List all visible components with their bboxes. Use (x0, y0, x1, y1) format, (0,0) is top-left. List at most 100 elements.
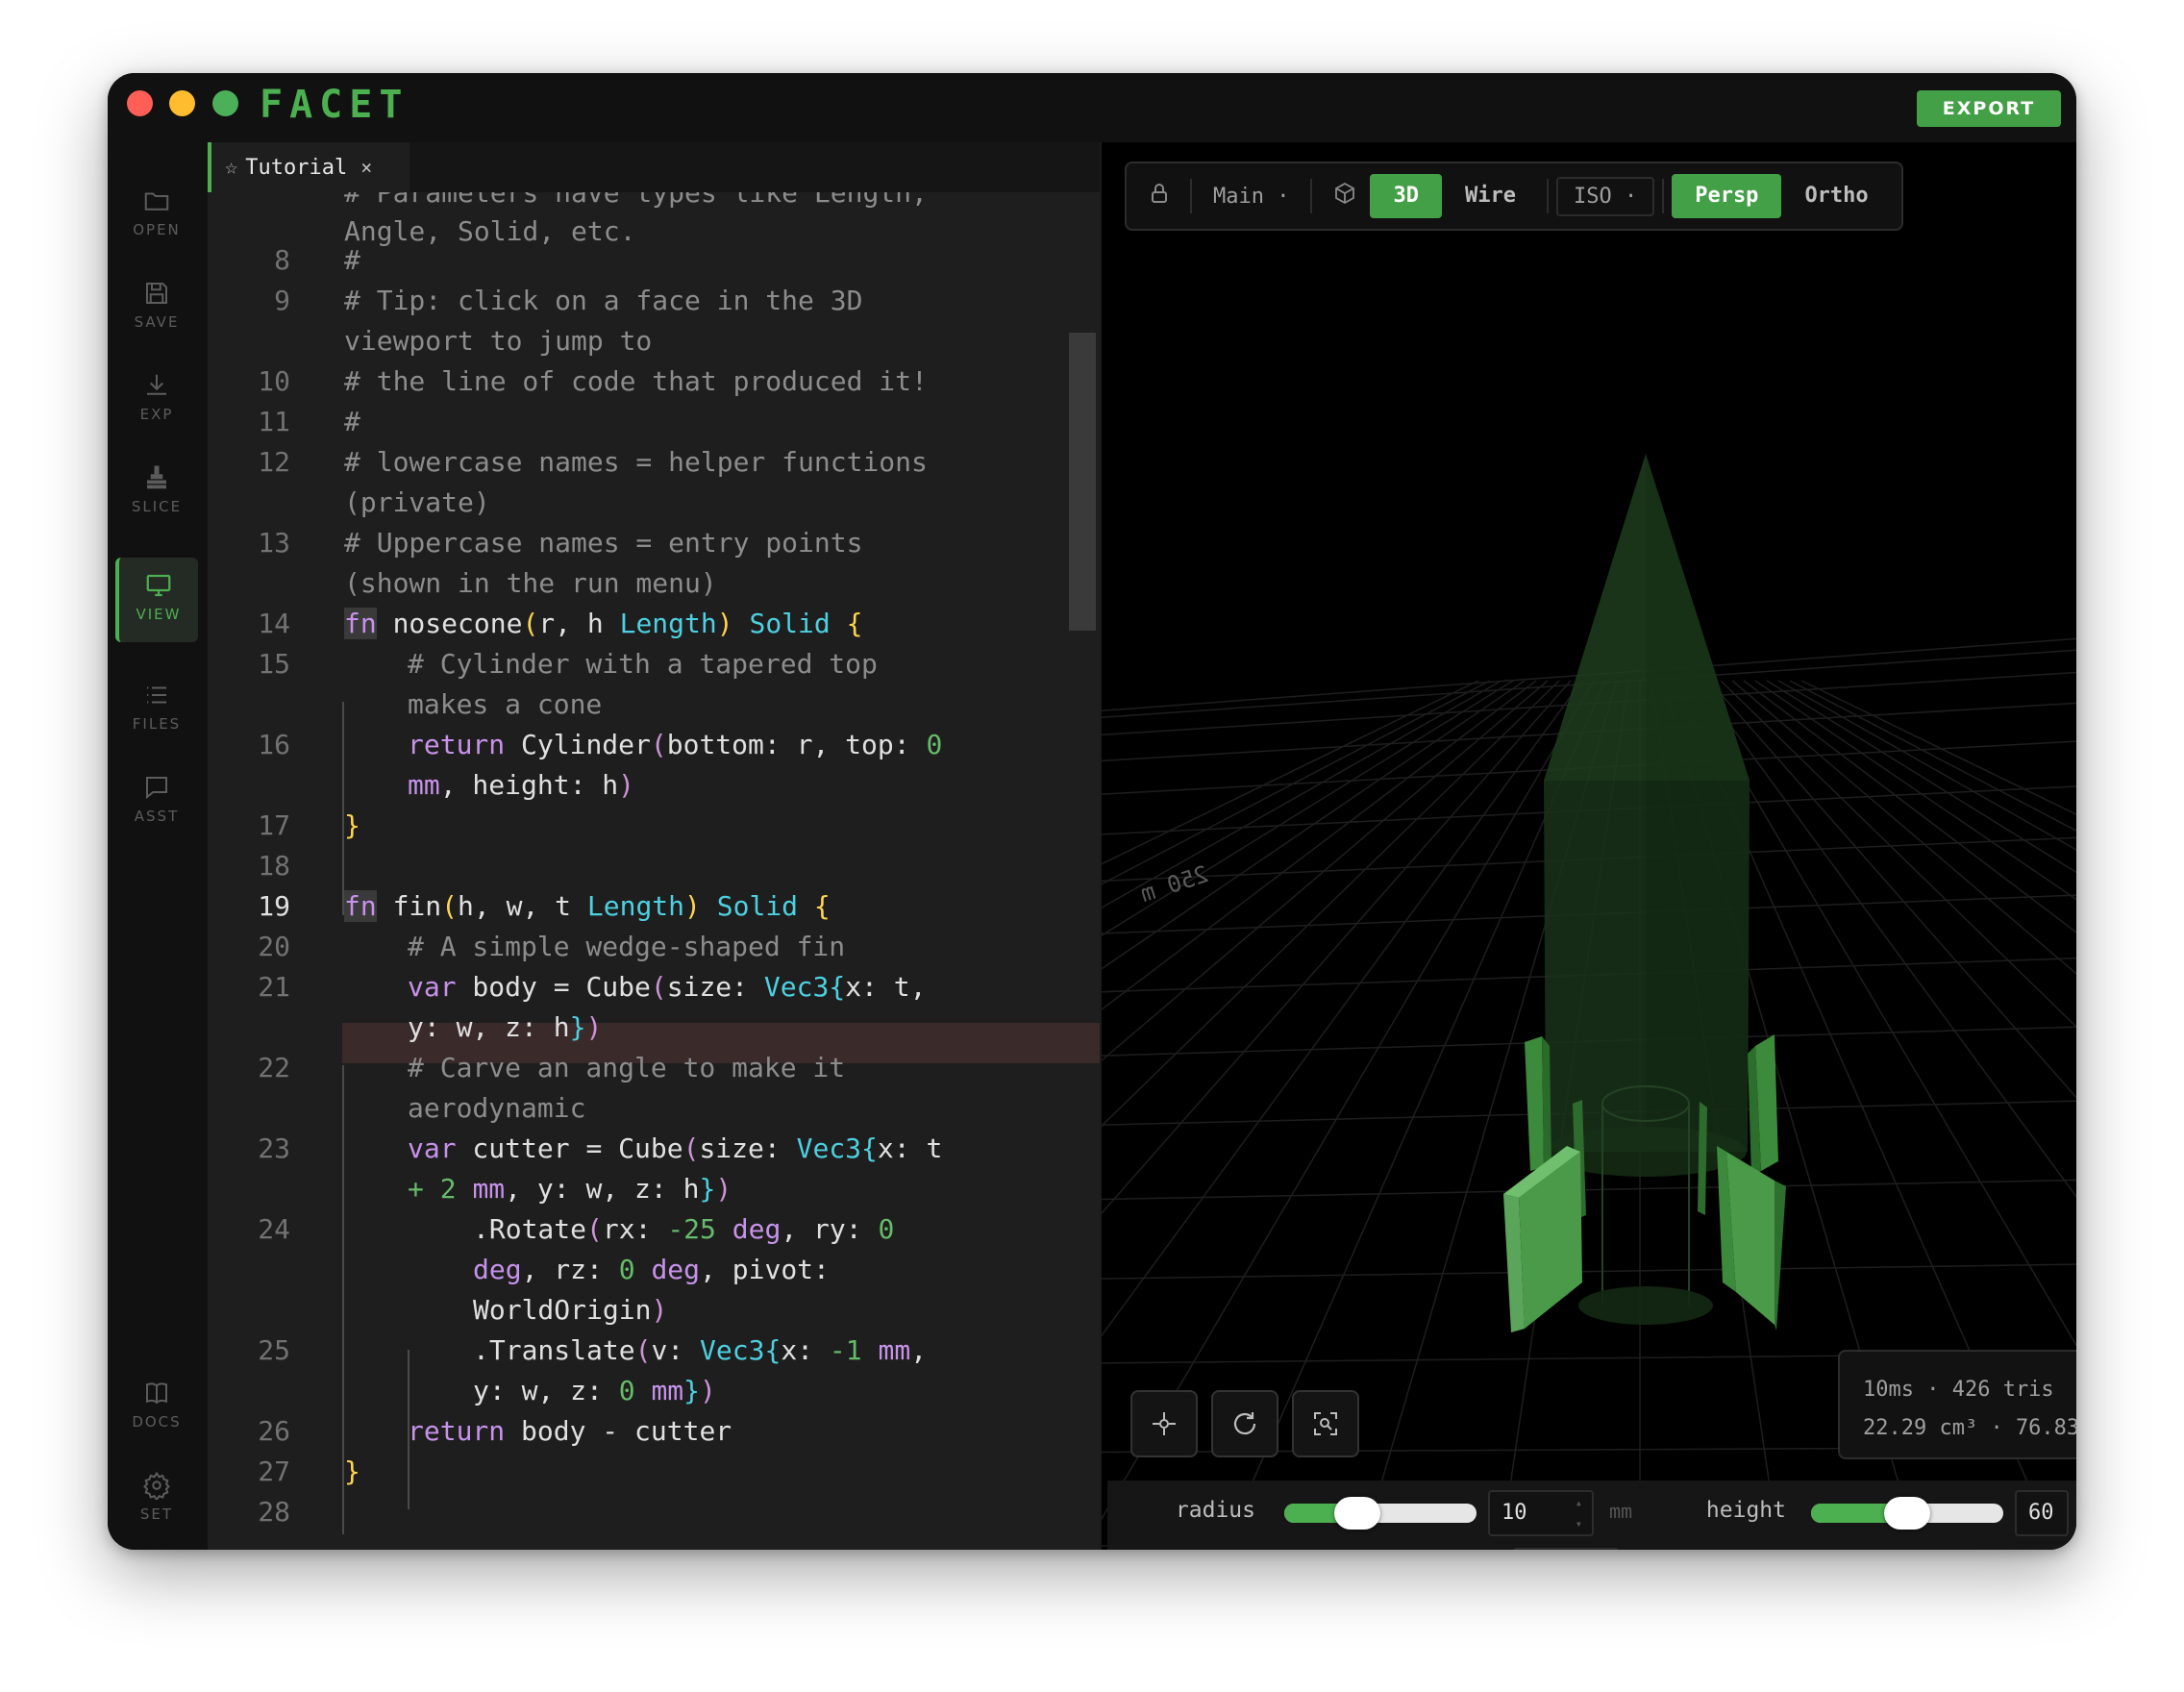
download-icon (147, 374, 166, 395)
sidebar-item-open[interactable]: OPEN (115, 173, 198, 258)
geometry-stats-line: 22.29 cm³ · 76.83 cm² (1863, 1416, 2076, 1440)
line-number: 11 (258, 406, 290, 437)
tab-tutorial[interactable]: ☆ Tutorial × (208, 142, 410, 192)
3d-viewport[interactable]: 250 m Main · 3D Wire ISO · Persp Ortho 1… (1102, 142, 2076, 1550)
view-preset-dropdown[interactable]: ISO · (1555, 176, 1655, 216)
code-line: makes a cone (408, 688, 603, 720)
radius-slider[interactable] (1284, 1497, 1477, 1530)
sidebar-item-label: OPEN (133, 221, 181, 238)
code-line: (shown in the run menu) (344, 567, 717, 599)
sidebar-item-label: FILES (132, 715, 182, 733)
code-line: # the line of code that produced it! (344, 365, 928, 397)
reset-view-button[interactable] (1211, 1390, 1278, 1457)
line-number: 19 (258, 890, 290, 922)
code-line: fn fin(h, w, t Length) Solid { (344, 890, 831, 922)
line-number: 26 (258, 1415, 290, 1447)
code-line: # A simple wedge-shaped fin (408, 931, 846, 962)
line-number: 20 (258, 931, 290, 962)
view-select[interactable]: Main · (1200, 185, 1303, 209)
line-number: 23 (258, 1132, 290, 1164)
code-line: # Uppercase names = entry points (344, 527, 863, 559)
chat-icon (146, 777, 167, 800)
height-input[interactable]: 60 (2015, 1490, 2069, 1536)
cube-icon[interactable] (1320, 182, 1370, 211)
sidebar-item-slice[interactable]: SLICE (115, 450, 198, 535)
line-number: 13 (258, 527, 290, 559)
minimize-window-button[interactable] (169, 90, 195, 116)
code-line: # (344, 406, 360, 437)
recenter-button[interactable] (1130, 1390, 1198, 1457)
code-line: } (344, 809, 360, 841)
mode-wire-button[interactable]: Wire (1442, 174, 1539, 218)
line-number: 14 (258, 608, 290, 639)
projection-ortho-button[interactable]: Ortho (1781, 174, 1891, 218)
code-line: aerodynamic (408, 1092, 586, 1124)
sidebar-item-label: SAVE (134, 313, 180, 331)
zoom-fit-button[interactable] (1292, 1390, 1359, 1457)
radius-unit: mm (1609, 1500, 1633, 1523)
code-area[interactable]: # Parameters have types like Length, Ang… (208, 177, 1100, 1550)
line-number: 10 (258, 365, 290, 397)
code-line: # Cylinder with a tapered top (408, 648, 878, 680)
line-number: 27 (258, 1456, 290, 1487)
sidebar-item-view[interactable]: VIEW (115, 558, 198, 642)
line-number: 22 (258, 1052, 290, 1083)
sidebar-item-label: EXP (139, 406, 174, 423)
slice-icon (147, 465, 166, 489)
3d-scene[interactable]: 250 m (1102, 142, 2076, 1550)
code-line: + 2 mm, y: w, z: h}) (408, 1173, 732, 1205)
fins-input[interactable]: 4▴▾ (1513, 1548, 1619, 1550)
line-number: 28 (258, 1496, 290, 1528)
render-stats-panel: 10ms · 426 tris 22.29 cm³ · 76.83 cm² (1838, 1350, 2076, 1459)
monitor-icon (146, 574, 171, 597)
crosshair-icon (1153, 1412, 1176, 1435)
lock-icon[interactable] (1136, 183, 1182, 210)
line-number: 24 (258, 1213, 290, 1245)
sidebar-item-label: SLICE (131, 498, 183, 515)
code-line: (private) (344, 486, 490, 518)
editor-scrollbar[interactable] (1069, 333, 1096, 631)
grid-scale-label: 250 m (1137, 860, 1211, 908)
mode-3d-button[interactable]: 3D (1370, 174, 1442, 218)
close-tab-icon[interactable]: × (360, 156, 372, 179)
radius-input[interactable]: 10 ▴ ▾ (1488, 1490, 1594, 1536)
height-slider-handle[interactable] (1884, 1497, 1930, 1530)
height-slider[interactable] (1811, 1497, 2003, 1530)
projection-toggle: Persp Ortho (1672, 172, 1891, 220)
render-mode-toggle: 3D Wire (1370, 172, 1538, 220)
code-editor[interactable]: # Parameters have types like Length, Ang… (208, 142, 1100, 1550)
parameters-panel: radius 10▴▾ mm height 60 fins 4▴▾ (1107, 1480, 2076, 1550)
code-line: # Carve an angle to make it (408, 1052, 846, 1083)
sidebar-item-asst[interactable]: ASST (115, 759, 198, 844)
code-line: deg, rz: 0 deg, pivot: (473, 1254, 830, 1285)
gear-icon (143, 1471, 170, 1500)
save-icon (146, 283, 167, 304)
sidebar-item-save[interactable]: SAVE (115, 265, 198, 350)
indent-guide (342, 702, 344, 915)
sidebar-item-exp[interactable]: EXP (115, 358, 198, 442)
line-number: 12 (258, 446, 290, 478)
close-window-button[interactable] (127, 90, 153, 116)
list-icon (147, 686, 166, 704)
sidebar-item-set[interactable]: SET (115, 1457, 198, 1542)
sidebar-item-docs[interactable]: DOCS (115, 1365, 198, 1450)
sidebar-item-label: SET (139, 1505, 174, 1523)
code-line: mm, height: h) (408, 769, 635, 801)
line-number: 21 (258, 971, 290, 1003)
zoom-window-button[interactable] (212, 90, 238, 116)
editor-tab-bar: ☆ Tutorial × (208, 142, 1100, 192)
code-line: y: w, z: h}) (408, 1011, 603, 1043)
sidebar-item-files[interactable]: FILES (115, 667, 198, 752)
app-logo: FACET (260, 83, 410, 127)
sidebar-item-label: DOCS (132, 1413, 182, 1431)
code-line: # (344, 244, 360, 276)
app-window: FACET EXPORT OPEN SAVE EXP SLICE VIEW FI… (108, 73, 2076, 1550)
projection-persp-button[interactable]: Persp (1672, 174, 1782, 218)
line-number: 9 (274, 285, 290, 316)
export-button[interactable]: EXPORT (1917, 90, 2061, 127)
radius-slider-handle[interactable] (1334, 1497, 1380, 1530)
param-label-radius: radius (1175, 1498, 1255, 1523)
code-line: Angle, Solid, etc. (344, 215, 636, 247)
code-line: return Cylinder(bottom: r, top: 0 (408, 729, 943, 760)
code-line: .Translate(v: Vec3{x: -1 mm, (473, 1334, 928, 1366)
